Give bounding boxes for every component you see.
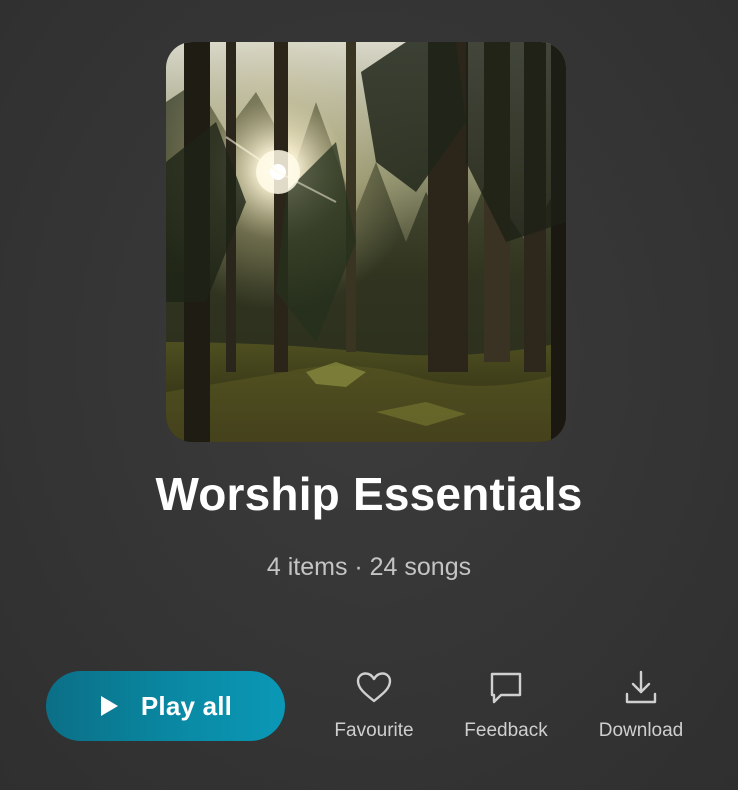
playlist-title: Worship Essentials xyxy=(155,468,583,520)
play-icon xyxy=(100,696,118,716)
download-icon xyxy=(625,670,657,704)
download-button[interactable]: Download xyxy=(591,668,691,743)
feedback-button[interactable]: Feedback xyxy=(456,668,556,743)
favourite-button[interactable]: Favourite xyxy=(324,668,424,743)
playlist-meta: 4 items · 24 songs xyxy=(266,553,472,581)
chat-bubble-icon xyxy=(490,672,522,704)
download-label: Download xyxy=(598,720,684,741)
playlist-cover-image xyxy=(166,42,566,442)
feedback-label: Feedback xyxy=(464,720,548,741)
heart-icon xyxy=(356,672,392,703)
favourite-label: Favourite xyxy=(334,720,414,741)
play-all-button[interactable]: Play all xyxy=(46,671,285,741)
play-all-label: Play all xyxy=(140,690,233,721)
